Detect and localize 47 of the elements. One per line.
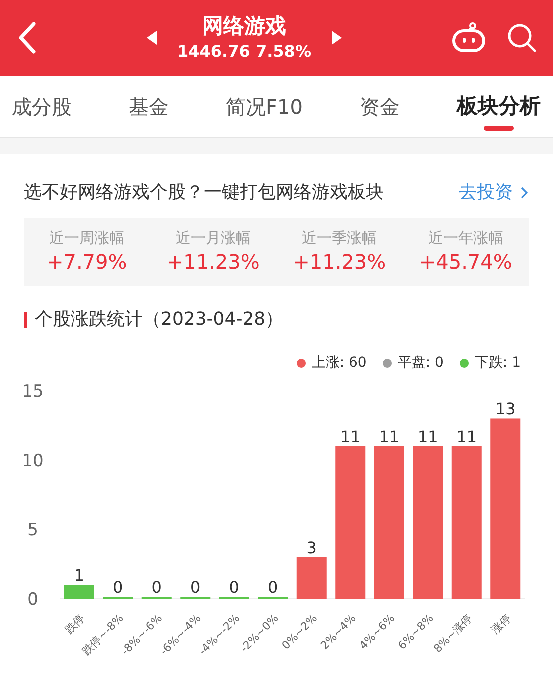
legend-label: 下跌: 1	[474, 354, 521, 372]
x-category-label: 涨停	[489, 612, 514, 637]
bar	[296, 557, 327, 599]
bar-value-label: 1	[74, 566, 84, 586]
section-marker	[24, 312, 27, 328]
bar-value-label: 0	[113, 578, 124, 597]
return-label: 近一周涨幅	[50, 228, 125, 248]
return-label: 近一年涨幅	[428, 228, 504, 248]
back-icon[interactable]	[16, 21, 38, 55]
return-label: 近一季涨幅	[302, 228, 378, 248]
return-value: +11.23%	[166, 249, 260, 276]
bar-value-label: 0	[229, 578, 240, 597]
y-tick-label: 0	[28, 590, 38, 610]
sector-quote: 1446.76 7.58%	[178, 41, 312, 63]
section-title: 个股涨跌统计（2023-04-28）	[35, 308, 284, 332]
tab[interactable]: 资金	[360, 76, 400, 137]
bar-value-label: 3	[306, 538, 317, 558]
bar-value-label: 11	[379, 427, 400, 446]
return-value: +11.23%	[293, 249, 386, 276]
y-tick-label: 10	[22, 451, 44, 472]
return-value: +7.79%	[46, 249, 128, 276]
return-label: 近一月涨幅	[176, 228, 251, 248]
bar-value-label: 11	[456, 427, 478, 446]
promo-text: 选不好网络游戏个股？一键打包网络游戏板块	[24, 181, 384, 205]
sector-title: 网络游戏	[202, 13, 286, 40]
tab[interactable]: 板块分析	[456, 76, 541, 137]
tab[interactable]: 基金	[129, 76, 169, 137]
robot-icon[interactable]	[451, 22, 487, 54]
x-category-label: 跌停	[62, 612, 88, 637]
chevron-right-icon[interactable]	[521, 186, 529, 198]
bar-value-label: 0	[190, 578, 201, 597]
tab[interactable]: 成分股	[12, 76, 72, 137]
bar-value-label: 0	[152, 578, 162, 597]
bar	[64, 585, 94, 599]
bar-value-label: 0	[268, 578, 278, 597]
y-tick-label: 15	[22, 382, 44, 402]
tab[interactable]: 简况F10	[226, 76, 303, 137]
bar-value-label: 13	[495, 400, 516, 419]
legend-label: 上涨: 60	[312, 354, 367, 372]
y-tick-label: 5	[28, 520, 38, 541]
legend-label: 平盘: 0	[398, 354, 444, 372]
return-value: +45.74%	[419, 249, 512, 276]
previous-icon[interactable]	[146, 30, 158, 46]
search-icon[interactable]	[507, 23, 537, 53]
bar-value-label: 11	[418, 427, 438, 446]
bar-value-label: 11	[340, 427, 361, 446]
next-icon[interactable]	[331, 30, 344, 46]
